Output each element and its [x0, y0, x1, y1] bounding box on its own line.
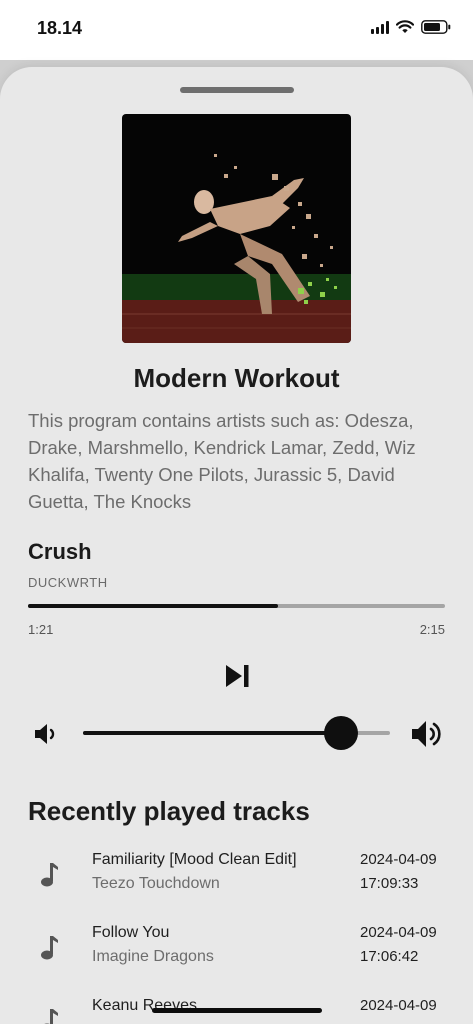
program-description: This program contains artists such as: O… [28, 410, 416, 512]
home-indicator [152, 1008, 322, 1013]
recent-tracks-heading: Recently played tracks [28, 796, 310, 826]
track-artist: Imagine Dragons [92, 948, 214, 965]
track-title: Follow You [92, 924, 170, 941]
track-played-time: 17:06:42 [360, 948, 419, 965]
volume-up-icon[interactable] [410, 718, 444, 750]
track-title: Familiarity [Mood Clean Edit] [92, 851, 297, 868]
volume-slider-fill [83, 731, 341, 735]
program-title: Modern Workout [133, 363, 340, 393]
recent-tracks-list: Familiarity [Mood Clean Edit] Teezo Touc… [0, 847, 473, 1024]
cellular-signal-icon [371, 20, 389, 34]
elapsed-time: 1:21 [28, 622, 54, 637]
recent-track-row[interactable]: Familiarity [Mood Clean Edit] Teezo Touc… [0, 847, 473, 920]
wifi-icon [396, 20, 414, 33]
music-note-icon [41, 863, 58, 887]
player-sheet: Modern Workout This program contains art… [0, 67, 473, 1024]
music-note-icon [41, 936, 58, 960]
playback-progress-bar[interactable] [28, 604, 445, 608]
track-played-date: 2024-04-09 [360, 851, 437, 868]
status-time: 18.14 [37, 18, 83, 38]
playback-progress-fill [28, 604, 279, 608]
skip-next-button[interactable] [220, 659, 254, 693]
volume-slider-thumb[interactable] [323, 716, 358, 750]
battery-icon [421, 20, 451, 34]
status-bar: 18.14 [0, 0, 473, 60]
now-playing-title: Crush [28, 539, 92, 564]
track-played-date: 2024-04-09 [360, 997, 437, 1014]
cover-art-image [122, 114, 351, 343]
skip-next-icon [226, 665, 249, 687]
track-played-time: 17:09:33 [360, 875, 419, 892]
recent-track-row[interactable]: Follow You Imagine Dragons 2024-04-09 17… [0, 920, 473, 993]
volume-slider[interactable] [83, 716, 390, 750]
sheet-grabber[interactable] [180, 87, 294, 93]
now-playing-artist: DUCKWRTH [28, 575, 108, 590]
track-played-date: 2024-04-09 [360, 924, 437, 941]
volume-down-icon[interactable] [33, 722, 59, 746]
status-icons [371, 20, 451, 34]
track-artist: Teezo Touchdown [92, 875, 220, 892]
total-time: 2:15 [419, 622, 445, 637]
music-note-icon [44, 1009, 58, 1024]
